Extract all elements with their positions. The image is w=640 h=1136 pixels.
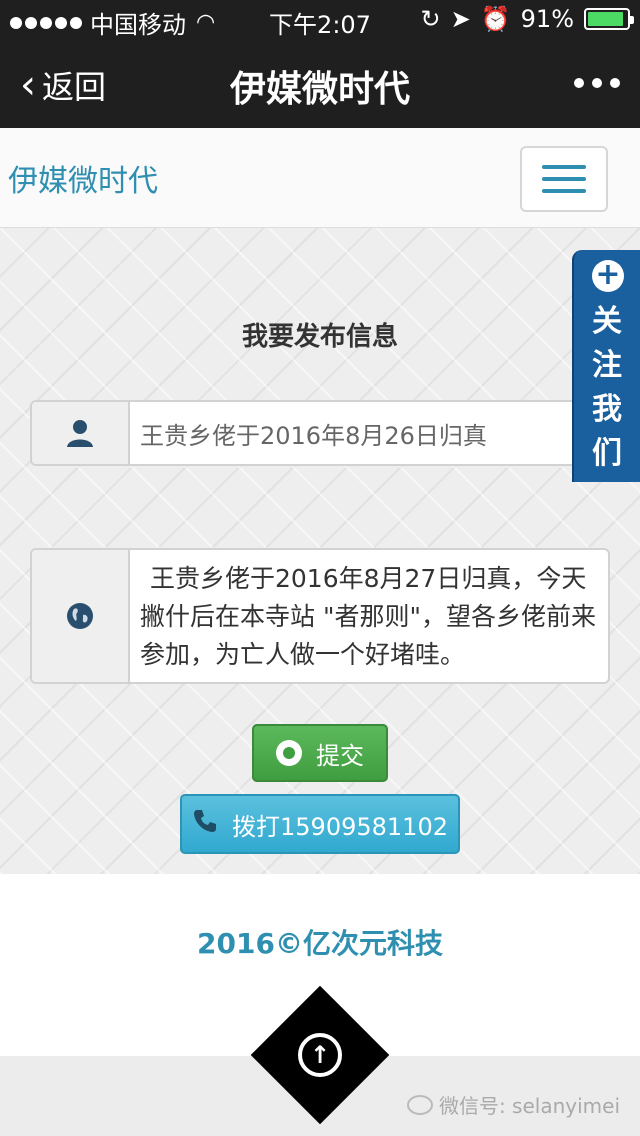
- wechat-icon: [406, 1094, 433, 1115]
- follow-us-tab[interactable]: + 关 注 我 们: [572, 250, 640, 482]
- globe-icon: [32, 550, 130, 682]
- follow-us-label: 关 注 我 们: [574, 300, 640, 476]
- alarm-icon: ⏰: [480, 5, 511, 33]
- phone-icon: [192, 808, 218, 840]
- main-content: 我要发布信息 王贵乡佬于2016年8月26日归真 王贵乡佬于2016年8月27日…: [0, 228, 640, 874]
- call-label: 拨打15909581102: [232, 812, 448, 841]
- content-input-group: 王贵乡佬于2016年8月27日归真，今天撇什后在本寺站 "者那则"，望各乡佬前来…: [30, 548, 610, 684]
- follow-char: 关: [592, 304, 622, 339]
- more-menu-button[interactable]: [574, 78, 620, 88]
- follow-char: 我: [592, 392, 622, 427]
- battery-percent: 91%: [520, 5, 574, 33]
- plus-icon: +: [592, 260, 624, 292]
- wechat-watermark: 微信号: selanyimei: [406, 1090, 620, 1119]
- nav-title: 伊媒微时代: [229, 69, 410, 110]
- follow-char: 们: [592, 436, 622, 471]
- signal-strength-icon: [10, 16, 82, 29]
- status-left: 中国移动 ◠: [10, 5, 215, 40]
- follow-char: 注: [592, 348, 622, 383]
- title-input[interactable]: 王贵乡佬于2016年8月26日归真: [140, 402, 598, 464]
- content-textarea[interactable]: 王贵乡佬于2016年8月27日归真，今天撇什后在本寺站 "者那则"，望各乡佬前来…: [140, 550, 598, 682]
- orientation-lock-icon: ↻: [420, 5, 441, 33]
- status-bar: 中国移动 ◠ 下午2:07 ↻ ➤ ⏰ 91%: [0, 0, 640, 40]
- site-header: 伊媒微时代: [0, 128, 640, 228]
- battery-icon: [584, 8, 634, 30]
- page-title: 我要发布信息: [241, 322, 398, 352]
- hamburger-menu-button[interactable]: [520, 146, 608, 212]
- status-right: ↻ ➤ ⏰ 91%: [420, 5, 634, 33]
- site-brand[interactable]: 伊媒微时代: [8, 156, 158, 200]
- arrow-up-icon: ↑: [298, 1033, 342, 1077]
- call-button[interactable]: 拨打15909581102: [180, 794, 460, 854]
- copyright-text: 2016©亿次元科技: [197, 927, 443, 960]
- location-icon: ➤: [450, 5, 471, 33]
- title-input-group: 王贵乡佬于2016年8月26日归真: [30, 400, 610, 466]
- submit-label: 提交: [316, 741, 364, 770]
- submit-icon: [276, 740, 302, 766]
- wifi-icon: ◠: [196, 10, 216, 35]
- submit-button[interactable]: 提交: [252, 724, 388, 782]
- nav-bar: ‹ 返回 伊媒微时代: [0, 40, 640, 128]
- user-icon: [32, 402, 130, 464]
- carrier-label: 中国移动: [90, 11, 186, 39]
- watermark-text: 微信号: selanyimei: [438, 1094, 620, 1118]
- battery-fill: [588, 12, 623, 26]
